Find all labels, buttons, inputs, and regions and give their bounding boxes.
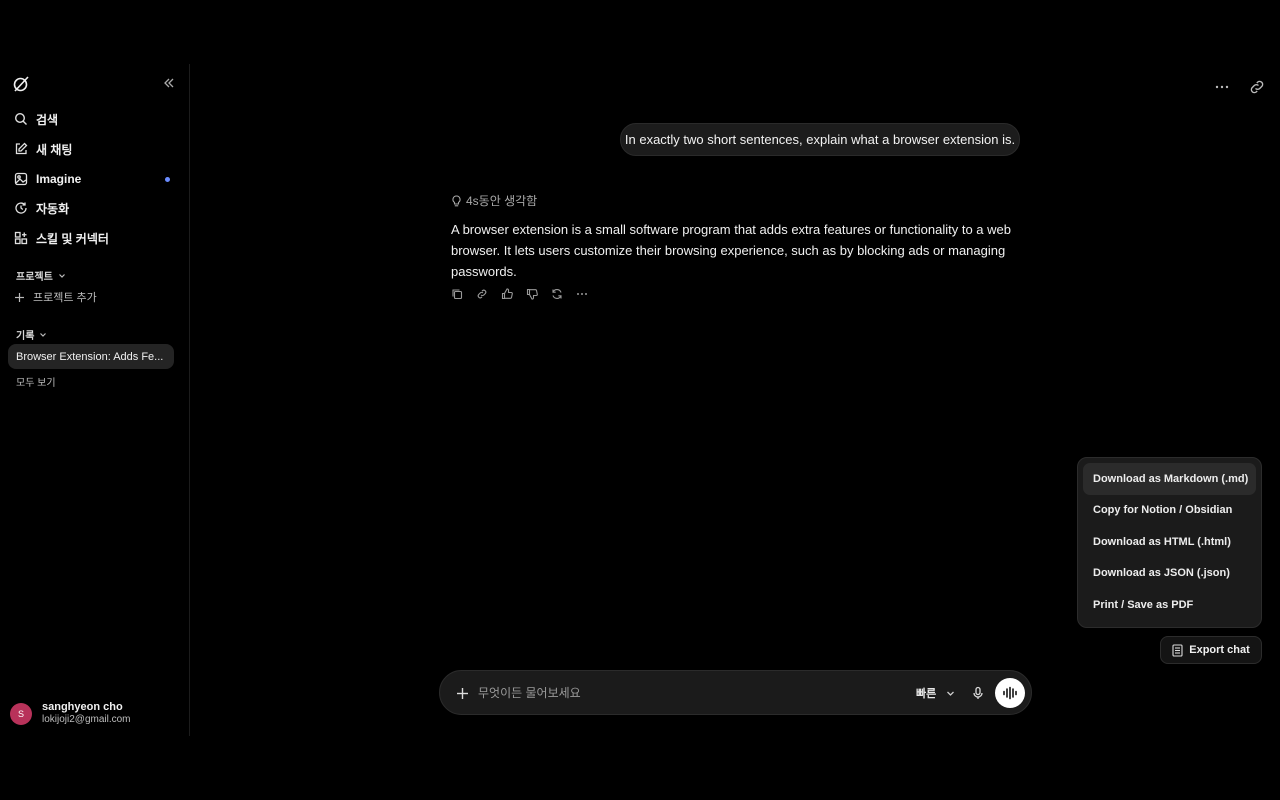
nav-skills-label: 스킬 및 커넥터 xyxy=(36,231,109,246)
nav-search[interactable]: 검색 xyxy=(8,105,174,133)
user-profile[interactable]: S sanghyeon cho lokijoji2@gmail.com xyxy=(10,701,131,726)
grid-plus-icon xyxy=(14,231,28,245)
regenerate-icon[interactable] xyxy=(551,288,563,300)
menu-item-print-pdf[interactable]: Print / Save as PDF xyxy=(1083,589,1256,621)
nav-imagine-label: Imagine xyxy=(36,172,82,186)
copy-icon[interactable] xyxy=(451,288,463,300)
more-options-icon[interactable] xyxy=(1213,78,1231,96)
message-actions xyxy=(451,288,601,300)
document-icon xyxy=(1172,643,1183,657)
thinking-summary[interactable]: 4s동안 생각함 xyxy=(451,192,537,209)
chevron-down-icon xyxy=(947,691,955,696)
assistant-message: A browser extension is a small software … xyxy=(451,222,1011,279)
thumbs-up-icon[interactable] xyxy=(501,288,513,300)
new-indicator-dot xyxy=(165,177,170,182)
link-icon[interactable] xyxy=(476,288,488,300)
share-link-icon[interactable] xyxy=(1248,78,1266,96)
export-chat-label: Export chat xyxy=(1189,644,1250,656)
nav-new-chat[interactable]: 새 채팅 xyxy=(8,135,174,163)
export-menu: Download as Markdown (.md) Copy for Noti… xyxy=(1077,457,1262,628)
edit-icon xyxy=(15,142,28,155)
search-icon xyxy=(14,112,27,125)
avatar: S xyxy=(10,702,32,725)
automation-icon xyxy=(15,202,27,214)
collapse-sidebar-icon[interactable] xyxy=(162,76,176,90)
nav-automation-label: 자동화 xyxy=(36,201,70,216)
user-message: In exactly two short sentences, explain … xyxy=(620,123,1020,156)
add-project-label: 프로젝트 추가 xyxy=(33,292,97,304)
user-name: sanghyeon cho xyxy=(42,701,123,713)
history-item-label: Browser Extension: Adds Fe... xyxy=(16,350,164,363)
thumbs-down-icon[interactable] xyxy=(526,288,538,300)
chevron-down-icon xyxy=(40,332,47,337)
logo-icon[interactable] xyxy=(11,74,31,94)
microphone-icon[interactable] xyxy=(971,686,985,700)
history-label: 기록 xyxy=(16,331,35,342)
add-project-button[interactable]: 프로젝트 추가 xyxy=(14,289,97,305)
plus-icon xyxy=(15,292,24,302)
attach-plus-icon[interactable] xyxy=(456,687,469,700)
mode-label: 빠른 xyxy=(916,688,937,700)
sidebar: 검색 새 채팅 Imagine 자동화 스킬 및 커넥터 프로젝트 프로젝트 추… xyxy=(0,64,190,736)
see-all-link[interactable]: 모두 보기 xyxy=(16,374,56,389)
image-icon xyxy=(14,172,28,186)
thinking-label: 4s동안 생각함 xyxy=(466,194,538,208)
projects-label: 프로젝트 xyxy=(16,272,53,283)
nav-search-label: 검색 xyxy=(36,112,59,127)
export-chat-button[interactable]: Export chat xyxy=(1160,636,1262,664)
lightbulb-icon xyxy=(452,194,461,206)
menu-item-download-html[interactable]: Download as HTML (.html) xyxy=(1083,526,1256,558)
chevron-down-icon xyxy=(58,273,65,278)
nav-skills[interactable]: 스킬 및 커넥터 xyxy=(8,224,174,252)
composer: 빠른 xyxy=(439,670,1032,715)
nav-new-chat-label: 새 채팅 xyxy=(36,142,73,157)
user-email: lokijoji2@gmail.com xyxy=(42,714,131,725)
mode-selector[interactable]: 빠른 xyxy=(916,685,955,701)
history-section-toggle[interactable]: 기록 xyxy=(16,327,47,342)
nav-imagine[interactable]: Imagine xyxy=(8,165,174,193)
menu-item-copy-notion[interactable]: Copy for Notion / Obsidian xyxy=(1083,495,1256,527)
more-icon[interactable] xyxy=(576,288,588,300)
message-input[interactable] xyxy=(478,683,878,703)
menu-item-download-json[interactable]: Download as JSON (.json) xyxy=(1083,558,1256,590)
menu-item-download-markdown[interactable]: Download as Markdown (.md) xyxy=(1083,463,1256,495)
voice-mode-button[interactable] xyxy=(995,678,1025,708)
waveform-icon xyxy=(1003,686,1017,700)
projects-section-toggle[interactable]: 프로젝트 xyxy=(16,268,66,283)
history-item[interactable]: Browser Extension: Adds Fe... xyxy=(8,344,174,369)
nav-automation[interactable]: 자동화 xyxy=(8,194,174,222)
